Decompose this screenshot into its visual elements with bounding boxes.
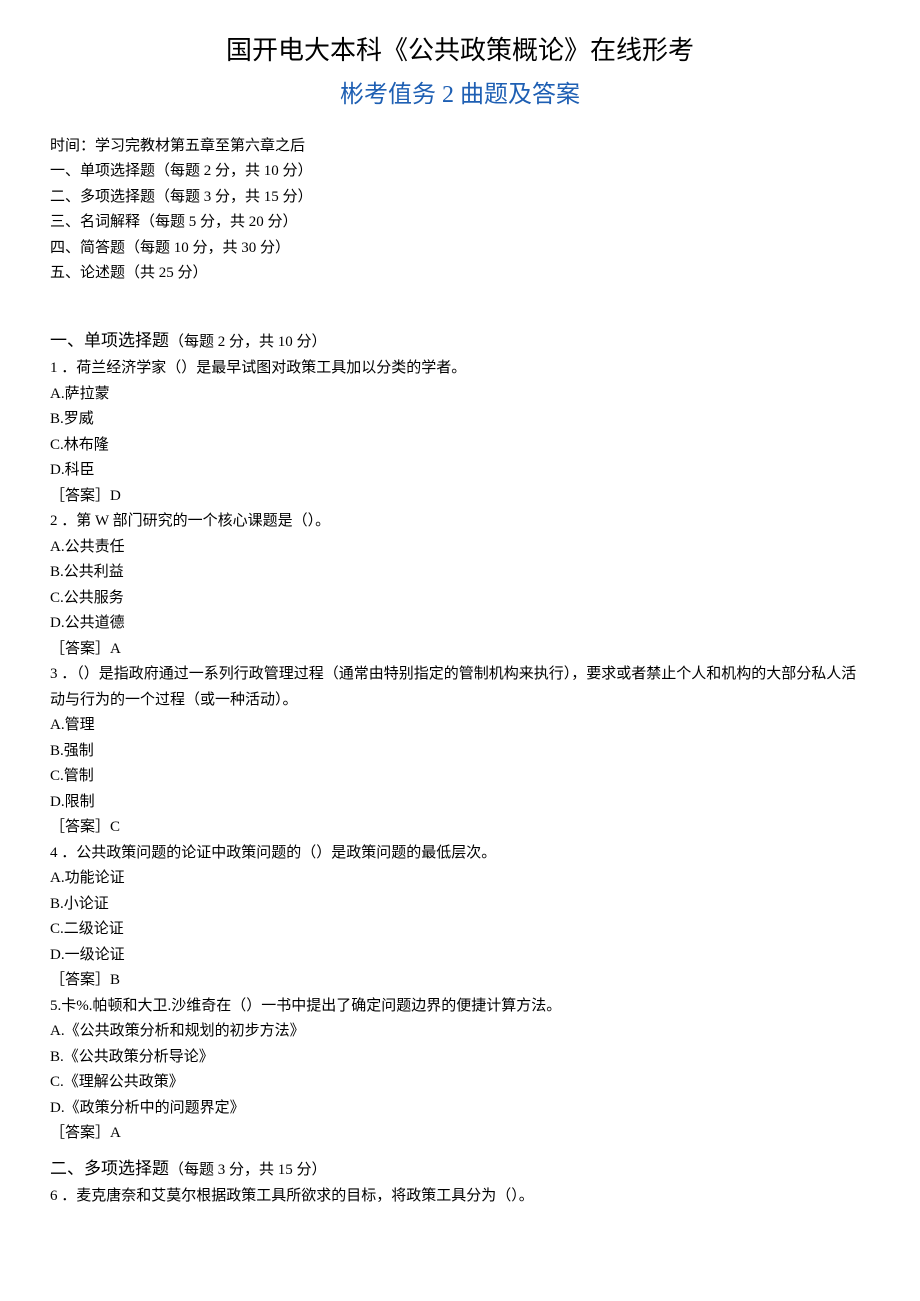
q2-option-d: D.公共道德 [50, 611, 870, 637]
q3-option-b: B.强制 [50, 739, 870, 765]
q6-text: 6 ．麦克唐奈和艾莫尔根据政策工具所欲求的目标，将政策工具分为（）。 [50, 1184, 870, 1210]
q5-option-c: C.《理解公共政策》 [50, 1070, 870, 1096]
q4-option-d: D.一级论证 [50, 943, 870, 969]
q5-option-b: B.《公共政策分析导论》 [50, 1045, 870, 1071]
info-line-1: 一、单项选择题（每题 2 分，共 10 分） [50, 159, 870, 185]
q1-option-c: C.林布隆 [50, 433, 870, 459]
q3-text: 3 ．（）是指政府通过一系列行政管理过程（通常由特别指定的管制机构来执行），要求… [50, 662, 870, 713]
q4-option-c: C.二级论证 [50, 917, 870, 943]
q4-option-a: A.功能论证 [50, 866, 870, 892]
section-1-heading-prefix: 一、单项选择题 [50, 331, 169, 350]
q3-option-a: A.管理 [50, 713, 870, 739]
q5-answer: ［答案］A [50, 1121, 870, 1147]
q4-answer: ［答案］B [50, 968, 870, 994]
info-time: 时间：学习完教材第五章至第六章之后 [50, 134, 870, 160]
section-1-heading-note: （每题 2 分，共 10 分） [169, 334, 327, 350]
q5-option-d: D.《政策分析中的问题界定》 [50, 1096, 870, 1122]
q2-option-a: A.公共责任 [50, 535, 870, 561]
page-title: 国开电大本科《公共政策概论》在线形考 [50, 30, 870, 72]
page-subtitle: 彬考值务 2 曲题及答案 [50, 76, 870, 114]
q1-answer: ［答案］D [50, 484, 870, 510]
section-1-heading: 一、单项选择题（每题 2 分，共 10 分） [50, 327, 870, 354]
info-line-5: 五、论述题（共 25 分） [50, 261, 870, 287]
q3-option-d: D.限制 [50, 790, 870, 816]
info-line-4: 四、简答题（每题 10 分，共 30 分） [50, 236, 870, 262]
q1-option-d: D.科臣 [50, 458, 870, 484]
q4-option-b: B.小论证 [50, 892, 870, 918]
info-block: 时间：学习完教材第五章至第六章之后 一、单项选择题（每题 2 分，共 10 分）… [50, 134, 870, 287]
q2-answer: ［答案］A [50, 637, 870, 663]
q3-answer: ［答案］C [50, 815, 870, 841]
q2-option-c: C.公共服务 [50, 586, 870, 612]
info-line-3: 三、名词解释（每题 5 分，共 20 分） [50, 210, 870, 236]
q1-option-b: B.罗威 [50, 407, 870, 433]
section-2-heading-prefix: 二、多项选择题 [50, 1159, 169, 1178]
section-2-heading-note: （每题 3 分，共 15 分） [169, 1162, 327, 1178]
q1-text: 1 ．荷兰经济学家（）是最早试图对政策工具加以分类的学者。 [50, 356, 870, 382]
info-line-2: 二、多项选择题（每题 3 分，共 15 分） [50, 185, 870, 211]
q4-text: 4 ．公共政策问题的论证中政策问题的（）是政策问题的最低层次。 [50, 841, 870, 867]
q1-option-a: A.萨拉蒙 [50, 382, 870, 408]
q3-option-c: C.管制 [50, 764, 870, 790]
section-2-heading: 二、多项选择题（每题 3 分，共 15 分） [50, 1155, 870, 1182]
q2-text: 2 ．第 W 部门研究的一个核心课题是（）。 [50, 509, 870, 535]
q2-option-b: B.公共利益 [50, 560, 870, 586]
q5-text: 5.卡%.帕顿和大卫.沙维奇在（）一书中提出了确定问题边界的便捷计算方法。 [50, 994, 870, 1020]
q5-option-a: A.《公共政策分析和规划的初步方法》 [50, 1019, 870, 1045]
